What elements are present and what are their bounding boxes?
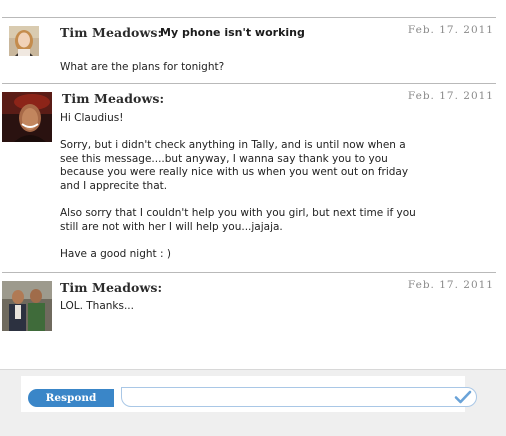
avatar[interactable] [9, 26, 39, 56]
message-paragraph: What are the plans for tonight? [60, 61, 225, 73]
message-item: Tim Meadows: My phone isn't working Feb.… [0, 18, 506, 82]
avatar[interactable] [2, 92, 52, 142]
message-item: Tim Meadows: Feb. 17. 2011 LOL. Thanks..… [0, 273, 506, 365]
message-item: Tim Meadows: Feb. 17. 2011 Hi Claudius! … [0, 84, 506, 271]
message-subject: My phone isn't working [160, 26, 305, 39]
respond-input[interactable] [121, 387, 477, 407]
message-date: Feb. 17. 2011 [407, 24, 494, 36]
message-paragraph: Have a good night : ) [60, 247, 171, 260]
message-paragraph: Hi Claudius! [60, 112, 124, 124]
respond-bar: Respond [0, 369, 506, 436]
message-date: Feb. 17. 2011 [407, 279, 494, 291]
avatar-photo [9, 26, 39, 56]
message-author[interactable]: Tim Meadows: [62, 91, 164, 106]
respond-form: Respond [21, 376, 477, 412]
message-author[interactable]: Tim Meadows: [60, 25, 162, 40]
checkmark-icon[interactable] [454, 389, 472, 405]
message-paragraph: LOL. Thanks... [60, 300, 134, 312]
message-paragraph: Sorry, but i didn't check anything in Ta… [60, 139, 409, 192]
message-body: What are the plans for tonight? [60, 61, 418, 75]
avatar-photo [2, 281, 52, 331]
message-body: Hi Claudius! Sorry, but i didn't check a… [60, 112, 418, 262]
message-thread: Tim Meadows: My phone isn't working Feb.… [0, 0, 506, 369]
message-date: Feb. 17. 2011 [407, 90, 494, 102]
message-author[interactable]: Tim Meadows: [60, 280, 162, 295]
avatar-photo [2, 92, 52, 142]
message-body: LOL. Thanks... [60, 300, 418, 314]
avatar[interactable] [2, 281, 52, 331]
respond-button[interactable]: Respond [28, 389, 114, 407]
message-paragraph: Also sorry that I couldn't help you with… [60, 207, 416, 233]
